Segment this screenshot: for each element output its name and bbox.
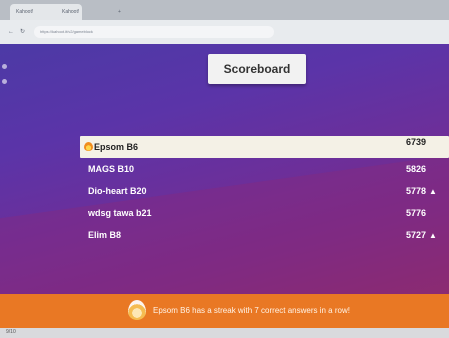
player-score-cell: 5727 ▲ xyxy=(406,224,437,247)
player-name-text: Epsom B6 xyxy=(94,142,139,152)
tab-strip: Kahoot! Kahoot! + xyxy=(0,0,449,20)
scoreboard-row: MAGS B10 5826 xyxy=(80,158,449,180)
player-name: Dio-heart B20 xyxy=(88,186,147,196)
arrow-left-icon[interactable]: ← xyxy=(8,28,14,36)
screen: Kahoot! Kahoot! + ← ↻ https://kahoot.it/… xyxy=(0,0,449,338)
scoreboard-title: Scoreboard xyxy=(208,54,306,84)
player-score-cell: 5778 ▲ xyxy=(406,180,437,203)
dot-icon xyxy=(2,64,7,69)
dot-icon xyxy=(2,79,7,84)
player-score: 5727 xyxy=(406,230,427,240)
game-screen: Scoreboard Epsom B6 6739 MAGS B10 5826 D… xyxy=(0,44,449,294)
scoreboard-row: Elim B8 5727 ▲ xyxy=(80,224,449,246)
player-name: MAGS B10 xyxy=(88,164,135,174)
flame-icon xyxy=(128,300,146,320)
player-name: Epsom B6 xyxy=(84,136,138,158)
player-score: 6739 xyxy=(406,137,427,147)
scoreboard-row: wdsg tawa b21 5776 xyxy=(80,202,449,224)
reload-icon[interactable]: ↻ xyxy=(20,28,25,36)
player-score: 5778 xyxy=(406,186,427,196)
browser-chrome: Kahoot! Kahoot! + ← ↻ https://kahoot.it/… xyxy=(0,0,449,44)
question-counter: 9/10 xyxy=(6,329,16,335)
url-input[interactable]: https://kahoot.it/v2/gameblock xyxy=(34,26,274,38)
streak-message: Epsom B6 has a streak with 7 correct ans… xyxy=(153,306,350,315)
player-name: wdsg tawa b21 xyxy=(88,208,152,218)
address-bar: ← ↻ https://kahoot.it/v2/gameblock xyxy=(0,20,449,44)
player-name: Elim B8 xyxy=(88,230,122,240)
new-tab-button[interactable]: + xyxy=(112,4,152,20)
thumbs-up-icon: ▲ xyxy=(429,187,437,196)
thumbs-up-icon: ▲ xyxy=(429,231,437,240)
status-bar: 9/10 xyxy=(0,328,449,338)
flame-icon xyxy=(84,142,93,151)
player-score: 5776 xyxy=(406,208,427,218)
side-nav-dots[interactable] xyxy=(2,64,10,104)
browser-tab-2[interactable]: Kahoot! xyxy=(56,4,112,20)
player-score: 5826 xyxy=(406,164,427,174)
scoreboard-list: Epsom B6 6739 MAGS B10 5826 Dio-heart B2… xyxy=(80,136,449,246)
streak-banner: Epsom B6 has a streak with 7 correct ans… xyxy=(0,294,449,328)
scoreboard-row: Epsom B6 6739 xyxy=(80,136,449,158)
scoreboard-row: Dio-heart B20 5778 ▲ xyxy=(80,180,449,202)
